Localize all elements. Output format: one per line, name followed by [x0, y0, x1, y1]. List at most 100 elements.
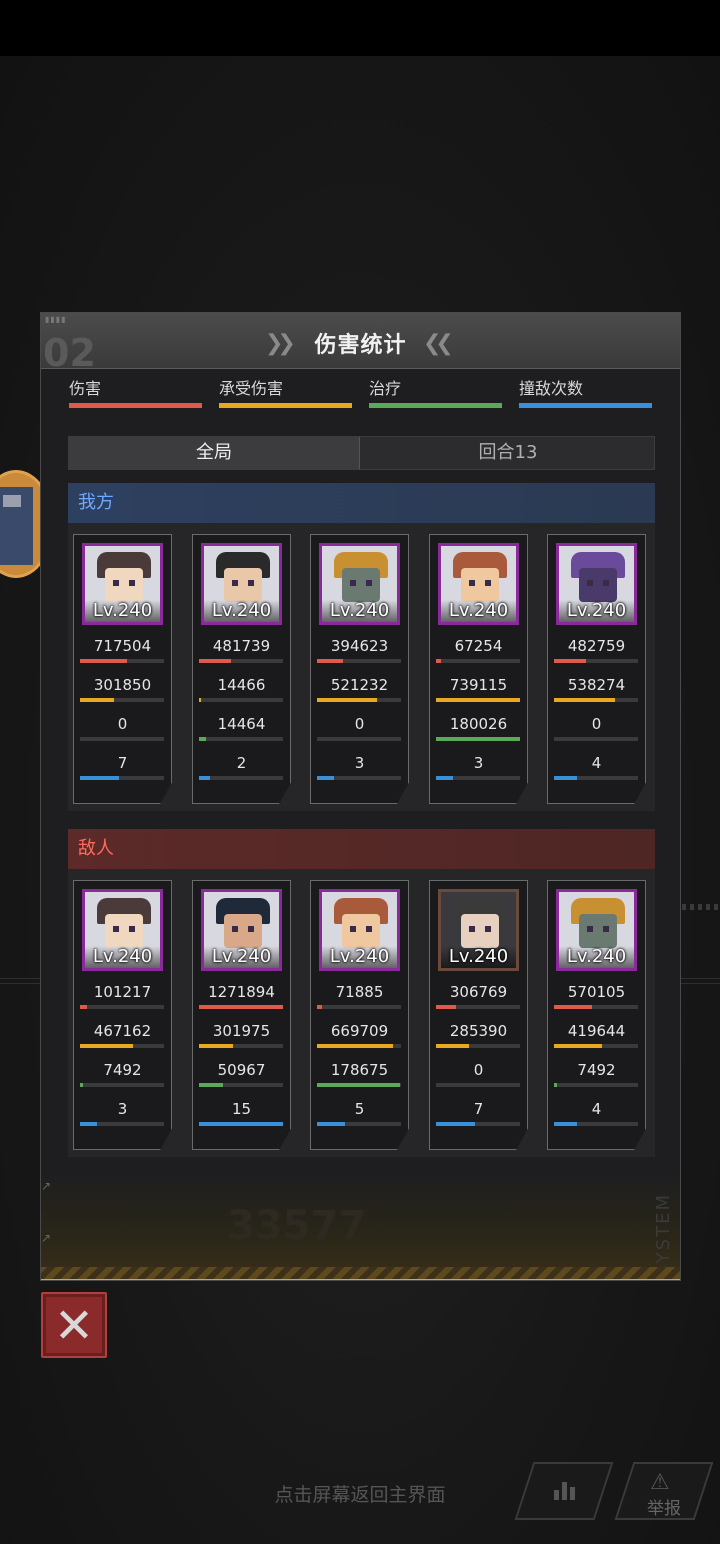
- hero-portrait: Lv.240: [319, 889, 400, 971]
- stat-hits-bar: [199, 1122, 283, 1126]
- stat-damage-value: 306769: [449, 983, 508, 1001]
- hero-portrait: Lv.240: [201, 543, 282, 625]
- hero-portrait: Lv.240: [319, 543, 400, 625]
- hero-stat-card[interactable]: Lv.240 67254 739115 180026 3: [429, 534, 528, 804]
- stat-hits-value: 5: [354, 1100, 365, 1118]
- stat-damage-bar: [80, 1005, 164, 1009]
- stat-damage-value: 717504: [93, 637, 152, 655]
- stat-bar-fill: [199, 737, 206, 741]
- system-text: SYSTEM: [653, 1193, 674, 1277]
- background-dots: [682, 904, 720, 910]
- stat-damage-bar: [317, 659, 401, 663]
- stat-taken-value: 669709: [330, 1022, 389, 1040]
- hero-stat-card[interactable]: Lv.240 101217 467162 7492 3: [73, 880, 172, 1150]
- damage-stats-panel: ▮▮▮▮ 02 ❯❯ 伤害统计 ❮❮ 伤害 承受伤害 治疗 撞敌次数 全局 回合13 …: [40, 312, 681, 1281]
- hero-stat-card[interactable]: Lv.240 570105 419644 7492 4: [547, 880, 646, 1150]
- hero-portrait: Lv.240: [438, 543, 519, 625]
- stat-bar-fill: [554, 1083, 558, 1087]
- section-ours-title: 我方: [68, 483, 655, 523]
- portrait-eye: [603, 580, 609, 586]
- tab-round[interactable]: 回合13: [361, 437, 655, 469]
- stat-hits-value: 3: [354, 754, 365, 772]
- stat-taken-bar: [436, 1044, 520, 1048]
- stat-taken-bar: [80, 698, 164, 702]
- portrait-eye: [485, 580, 491, 586]
- legend-color-bar: [69, 403, 202, 408]
- legend-item: 撞敌次数: [519, 375, 652, 408]
- stat-heal-bar: [199, 737, 283, 741]
- hero-stat-card[interactable]: Lv.240 71885 669709 178675 5: [310, 880, 409, 1150]
- legend-label: 治疗: [369, 379, 402, 398]
- stat-hits-bar: [436, 776, 520, 780]
- hero-stat-card[interactable]: Lv.240 717504 301850 0 7: [73, 534, 172, 804]
- stat-damage-value: 101217: [93, 983, 152, 1001]
- header-deco: ▮▮▮▮: [45, 315, 67, 324]
- portrait-face: [461, 914, 499, 948]
- stat-taken-value: 419644: [567, 1022, 626, 1040]
- portrait-face: [579, 568, 617, 602]
- stat-bar-fill: [436, 698, 520, 702]
- stat-hits-value: 3: [473, 754, 484, 772]
- stat-bar-fill: [199, 1083, 223, 1087]
- stat-bar-fill: [199, 698, 201, 702]
- stat-hits-value: 15: [231, 1100, 252, 1118]
- stat-hits-value: 4: [591, 1100, 602, 1118]
- hero-stat-card[interactable]: Lv.240 394623 521232 0 3: [310, 534, 409, 804]
- stat-bar-fill: [317, 776, 334, 780]
- stat-damage-value: 570105: [567, 983, 626, 1001]
- portrait-face: [105, 914, 143, 948]
- stat-heal-value: 14464: [217, 715, 266, 733]
- return-hint[interactable]: 点击屏幕返回主界面: [0, 1480, 720, 1507]
- legend-item: 承受伤害: [219, 375, 352, 408]
- stat-bar-fill: [317, 1122, 345, 1126]
- report-button[interactable]: ⚠ 举报: [614, 1462, 714, 1520]
- stat-damage-bar: [554, 659, 638, 663]
- hero-level: Lv.240: [204, 600, 279, 622]
- stat-damage-value: 482759: [567, 637, 626, 655]
- hero-portrait: Lv.240: [82, 889, 163, 971]
- portrait-eye: [485, 926, 491, 932]
- stat-bar-fill: [554, 698, 616, 702]
- hero-level: Lv.240: [85, 946, 160, 968]
- stat-taken-bar: [554, 1044, 638, 1048]
- stat-taken-bar: [199, 698, 283, 702]
- side-avatar-figure: [0, 487, 33, 565]
- stat-bar-fill: [199, 659, 231, 663]
- hero-stat-card[interactable]: Lv.240 481739 14466 14464 2: [192, 534, 291, 804]
- stat-taken-value: 739115: [449, 676, 508, 694]
- hero-stat-card[interactable]: Lv.240 1271894 301975 50967 15: [192, 880, 291, 1150]
- stat-heal-bar: [317, 737, 401, 741]
- stat-hits-bar: [80, 776, 164, 780]
- tab-all[interactable]: 全局: [69, 437, 360, 469]
- stat-damage-value: 1271894: [208, 983, 275, 1001]
- stat-hits-value: 7: [117, 754, 128, 772]
- stat-heal-bar: [554, 1083, 638, 1087]
- panel-bottom-deco: ↗ ↗ 33577 SYSTEM: [41, 1173, 680, 1280]
- portrait-eye: [587, 926, 593, 932]
- stats-button[interactable]: [514, 1462, 614, 1520]
- hero-stat-card[interactable]: Lv.240 482759 538274 0 4: [547, 534, 646, 804]
- hero-portrait: Lv.240: [82, 543, 163, 625]
- stat-hits-bar: [317, 776, 401, 780]
- stat-heal-bar: [554, 737, 638, 741]
- chevron-left-icon: ❮❮: [423, 331, 454, 356]
- stat-damage-bar: [317, 1005, 401, 1009]
- legend-color-bar: [369, 403, 502, 408]
- stat-bar-fill: [436, 659, 442, 663]
- hero-stat-card[interactable]: Lv.240 306769 285390 0 7: [429, 880, 528, 1150]
- stat-heal-bar: [80, 1083, 164, 1087]
- stat-taken-bar: [436, 698, 520, 702]
- stat-heal-value: 0: [591, 715, 602, 733]
- stat-bar-fill: [317, 1005, 323, 1009]
- stat-heal-bar: [436, 1083, 520, 1087]
- portrait-eye: [350, 926, 356, 932]
- stat-taken-value: 301975: [212, 1022, 271, 1040]
- stat-bar-fill: [317, 1083, 401, 1087]
- stat-heal-value: 0: [473, 1061, 484, 1079]
- stat-heal-value: 0: [117, 715, 128, 733]
- stat-bar-fill: [80, 776, 120, 780]
- close-button[interactable]: ✕: [41, 1292, 107, 1358]
- stat-hits-bar: [436, 1122, 520, 1126]
- portrait-eye: [469, 926, 475, 932]
- stat-damage-bar: [199, 1005, 283, 1009]
